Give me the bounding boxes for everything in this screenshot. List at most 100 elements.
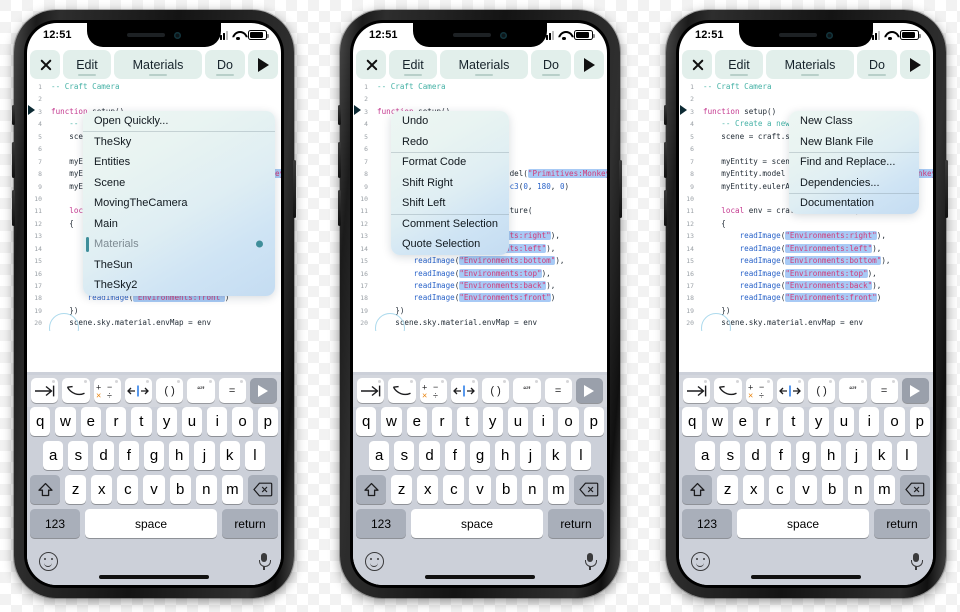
quotes-key[interactable]: “” [839, 378, 867, 403]
numbers-key[interactable]: 123 [30, 509, 80, 538]
key-k[interactable]: k [871, 441, 892, 470]
emoji-icon[interactable] [365, 551, 384, 571]
do-menu-button[interactable]: Do [205, 50, 245, 79]
key-c[interactable]: c [443, 475, 465, 504]
quotes-key[interactable]: “” [513, 378, 541, 403]
numbers-key[interactable]: 123 [682, 509, 732, 538]
key-x[interactable]: x [417, 475, 439, 504]
equals-key[interactable]: = [544, 378, 572, 403]
key-e[interactable]: e [732, 407, 753, 436]
menu-item[interactable]: Shift Right [391, 173, 509, 194]
project-title-button[interactable]: Materials [766, 50, 854, 79]
parentheses-key[interactable]: ( ) [156, 378, 184, 403]
microphone-icon[interactable] [585, 552, 597, 570]
menu-item[interactable]: New Blank File [789, 132, 919, 153]
mute-switch[interactable] [664, 105, 667, 125]
mute-switch[interactable] [338, 105, 341, 125]
numbers-key[interactable]: 123 [356, 509, 406, 538]
shift-key[interactable] [356, 475, 386, 504]
key-c[interactable]: c [117, 475, 139, 504]
key-f[interactable]: f [118, 441, 139, 470]
edit-menu[interactable]: Undo Redo Format Code Shift Right Shift Left… [391, 111, 509, 255]
undo-key[interactable] [714, 378, 742, 403]
run-button[interactable] [900, 50, 930, 79]
key-y[interactable]: y [482, 407, 503, 436]
backspace-key[interactable] [574, 475, 604, 504]
key-m[interactable]: m [547, 475, 569, 504]
key-w[interactable]: w [707, 407, 728, 436]
emoji-icon[interactable] [39, 551, 58, 571]
menu-item[interactable]: Find and Replace... [789, 152, 919, 173]
key-f[interactable]: f [444, 441, 465, 470]
key-i[interactable]: i [207, 407, 228, 436]
cursor-move-key[interactable] [450, 378, 478, 403]
close-button[interactable] [356, 50, 386, 79]
key-j[interactable]: j [194, 441, 215, 470]
power-button[interactable] [945, 160, 948, 218]
key-w[interactable]: w [381, 407, 402, 436]
tab-key[interactable] [683, 378, 711, 403]
operators-key[interactable]: + − × ÷ [419, 378, 447, 403]
key-r[interactable]: r [431, 407, 453, 436]
key-q[interactable]: q [356, 407, 377, 436]
menu-item[interactable]: Documentation [789, 193, 919, 214]
operators-key[interactable]: + − × ÷ [745, 378, 773, 403]
menu-item[interactable]: Shift Left [391, 193, 509, 214]
key-s[interactable]: s [394, 441, 415, 470]
key-i[interactable]: i [533, 407, 554, 436]
space-key[interactable]: space [85, 509, 217, 538]
key-o[interactable]: o [558, 407, 579, 436]
key-x[interactable]: x [91, 475, 113, 504]
space-key[interactable]: space [411, 509, 543, 538]
menu-item[interactable]: Materials [83, 234, 275, 255]
key-t[interactable]: t [457, 407, 478, 436]
power-button[interactable] [619, 160, 622, 218]
key-u[interactable]: u [181, 407, 203, 436]
do-menu[interactable]: New Class New Blank File Find and Replace.… [789, 111, 919, 214]
key-n[interactable]: n [847, 475, 869, 504]
key-c[interactable]: c [769, 475, 791, 504]
menu-item[interactable]: Dependencies... [789, 173, 919, 194]
key-o[interactable]: o [232, 407, 253, 436]
microphone-icon[interactable] [911, 552, 923, 570]
power-button[interactable] [293, 160, 296, 218]
edit-menu-button[interactable]: Edit [715, 50, 763, 79]
key-a[interactable]: a [369, 441, 390, 470]
home-indicator[interactable] [425, 575, 535, 579]
volume-down-button[interactable] [664, 190, 667, 226]
project-title-button[interactable]: Materials [114, 50, 202, 79]
key-y[interactable]: y [808, 407, 829, 436]
cursor-move-key[interactable] [776, 378, 804, 403]
close-button[interactable] [30, 50, 60, 79]
run-key[interactable] [249, 378, 277, 403]
quotes-key[interactable]: “” [187, 378, 215, 403]
menu-item[interactable]: TheSun [83, 255, 275, 276]
backspace-key[interactable] [900, 475, 930, 504]
key-w[interactable]: w [55, 407, 76, 436]
key-d[interactable]: d [745, 441, 766, 470]
key-z[interactable]: z [65, 475, 87, 504]
key-m[interactable]: m [873, 475, 895, 504]
backspace-key[interactable] [248, 475, 278, 504]
key-e[interactable]: e [406, 407, 427, 436]
equals-key[interactable]: = [870, 378, 898, 403]
menu-item[interactable]: TheSky [83, 132, 275, 153]
home-indicator[interactable] [99, 575, 209, 579]
do-menu-button[interactable]: Do [857, 50, 897, 79]
run-button[interactable] [248, 50, 278, 79]
key-a[interactable]: a [695, 441, 716, 470]
key-t[interactable]: t [131, 407, 152, 436]
mute-switch[interactable] [12, 105, 15, 125]
key-u[interactable]: u [507, 407, 529, 436]
key-o[interactable]: o [884, 407, 905, 436]
key-n[interactable]: n [195, 475, 217, 504]
operators-key[interactable]: + − × ÷ [93, 378, 121, 403]
key-f[interactable]: f [770, 441, 791, 470]
menu-item[interactable]: Quote Selection [391, 234, 509, 255]
parentheses-key[interactable]: ( ) [482, 378, 510, 403]
menu-item[interactable]: Open Quickly... [83, 111, 275, 132]
key-v[interactable]: v [795, 475, 817, 504]
run-key[interactable] [901, 378, 929, 403]
key-d[interactable]: d [93, 441, 114, 470]
run-key[interactable] [575, 378, 603, 403]
